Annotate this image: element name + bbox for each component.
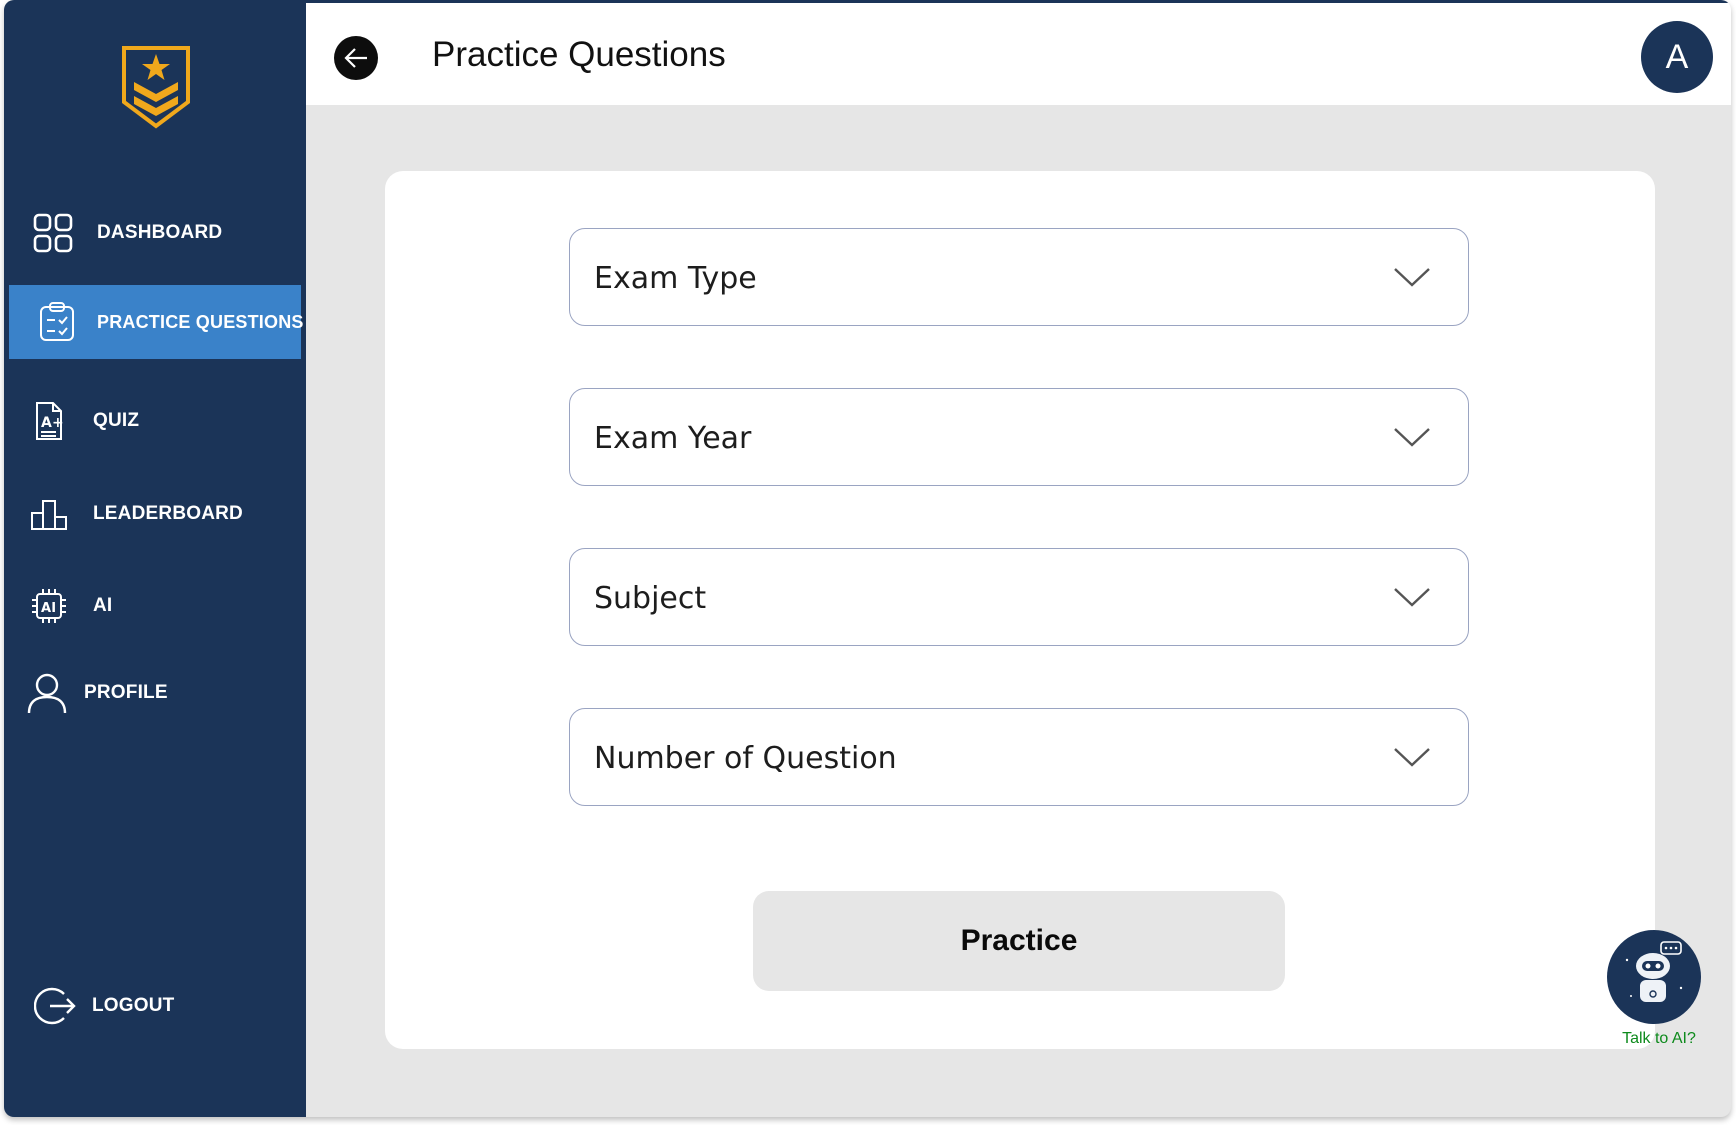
sidebar-item-quiz[interactable]: A+ QUIZ [9, 384, 301, 458]
chevron-down-icon [1394, 428, 1430, 447]
exam-type-select[interactable]: Exam Type [569, 228, 1469, 326]
svg-text:A+: A+ [41, 415, 64, 431]
sidebar-item-profile[interactable]: PROFILE [9, 656, 301, 730]
page-title: Practice Questions [432, 35, 726, 74]
podium-icon [27, 492, 71, 536]
sidebar-item-label: PROFILE [84, 682, 168, 703]
exam-year-select[interactable]: Exam Year [569, 388, 1469, 486]
ai-chip-icon: AI [27, 584, 71, 628]
sidebar-item-label: LEADERBOARD [93, 503, 243, 524]
arrow-left-icon [344, 48, 367, 68]
svg-text:AI: AI [41, 601, 56, 616]
talk-to-ai-button[interactable] [1607, 930, 1701, 1024]
clipboard-check-icon [35, 300, 79, 344]
sidebar-item-label: AI [93, 595, 113, 616]
document-grade-icon: A+ [27, 399, 71, 443]
sidebar-item-dashboard[interactable]: DASHBOARD [9, 196, 301, 270]
app-window: DASHBOARD PRACTICE QUESTIONS A+ QUIZ LEA… [4, 0, 1731, 1117]
chevron-down-icon [1394, 268, 1430, 287]
select-label: Subject [594, 581, 707, 616]
subject-select[interactable]: Subject [569, 548, 1469, 646]
select-label: Number of Question [594, 741, 897, 776]
select-label: Exam Type [594, 261, 757, 296]
top-bar: Practice Questions A [306, 0, 1731, 105]
user-icon [25, 671, 69, 715]
sidebar: DASHBOARD PRACTICE QUESTIONS A+ QUIZ LEA… [4, 0, 306, 1117]
robot-assistant-icon [1625, 941, 1683, 1002]
practice-form-card: Exam Type Exam Year Subject Number of Qu… [385, 171, 1655, 1049]
sidebar-item-label: DASHBOARD [97, 222, 223, 243]
sidebar-item-practice-questions[interactable]: PRACTICE QUESTIONS [9, 285, 304, 359]
logout-label: LOGOUT [92, 995, 175, 1016]
select-label: Exam Year [594, 421, 752, 456]
avatar[interactable]: A [1641, 21, 1713, 93]
chevron-down-icon [1394, 748, 1430, 767]
practice-button[interactable]: Practice [753, 891, 1285, 991]
chevron-down-icon [1394, 588, 1430, 607]
back-button[interactable] [334, 36, 378, 80]
logout-icon [33, 984, 77, 1028]
logout-button[interactable]: LOGOUT [9, 969, 301, 1043]
talk-to-ai-caption[interactable]: Talk to AI? [1609, 1030, 1709, 1048]
sidebar-item-leaderboard[interactable]: LEADERBOARD [9, 477, 301, 551]
sidebar-item-label: QUIZ [93, 410, 140, 431]
sidebar-item-label: PRACTICE QUESTIONS [97, 311, 304, 332]
number-of-question-select[interactable]: Number of Question [569, 708, 1469, 806]
rank-shield-logo [122, 46, 190, 129]
grid-icon [31, 211, 75, 255]
sidebar-item-ai[interactable]: AI AI [9, 569, 301, 643]
